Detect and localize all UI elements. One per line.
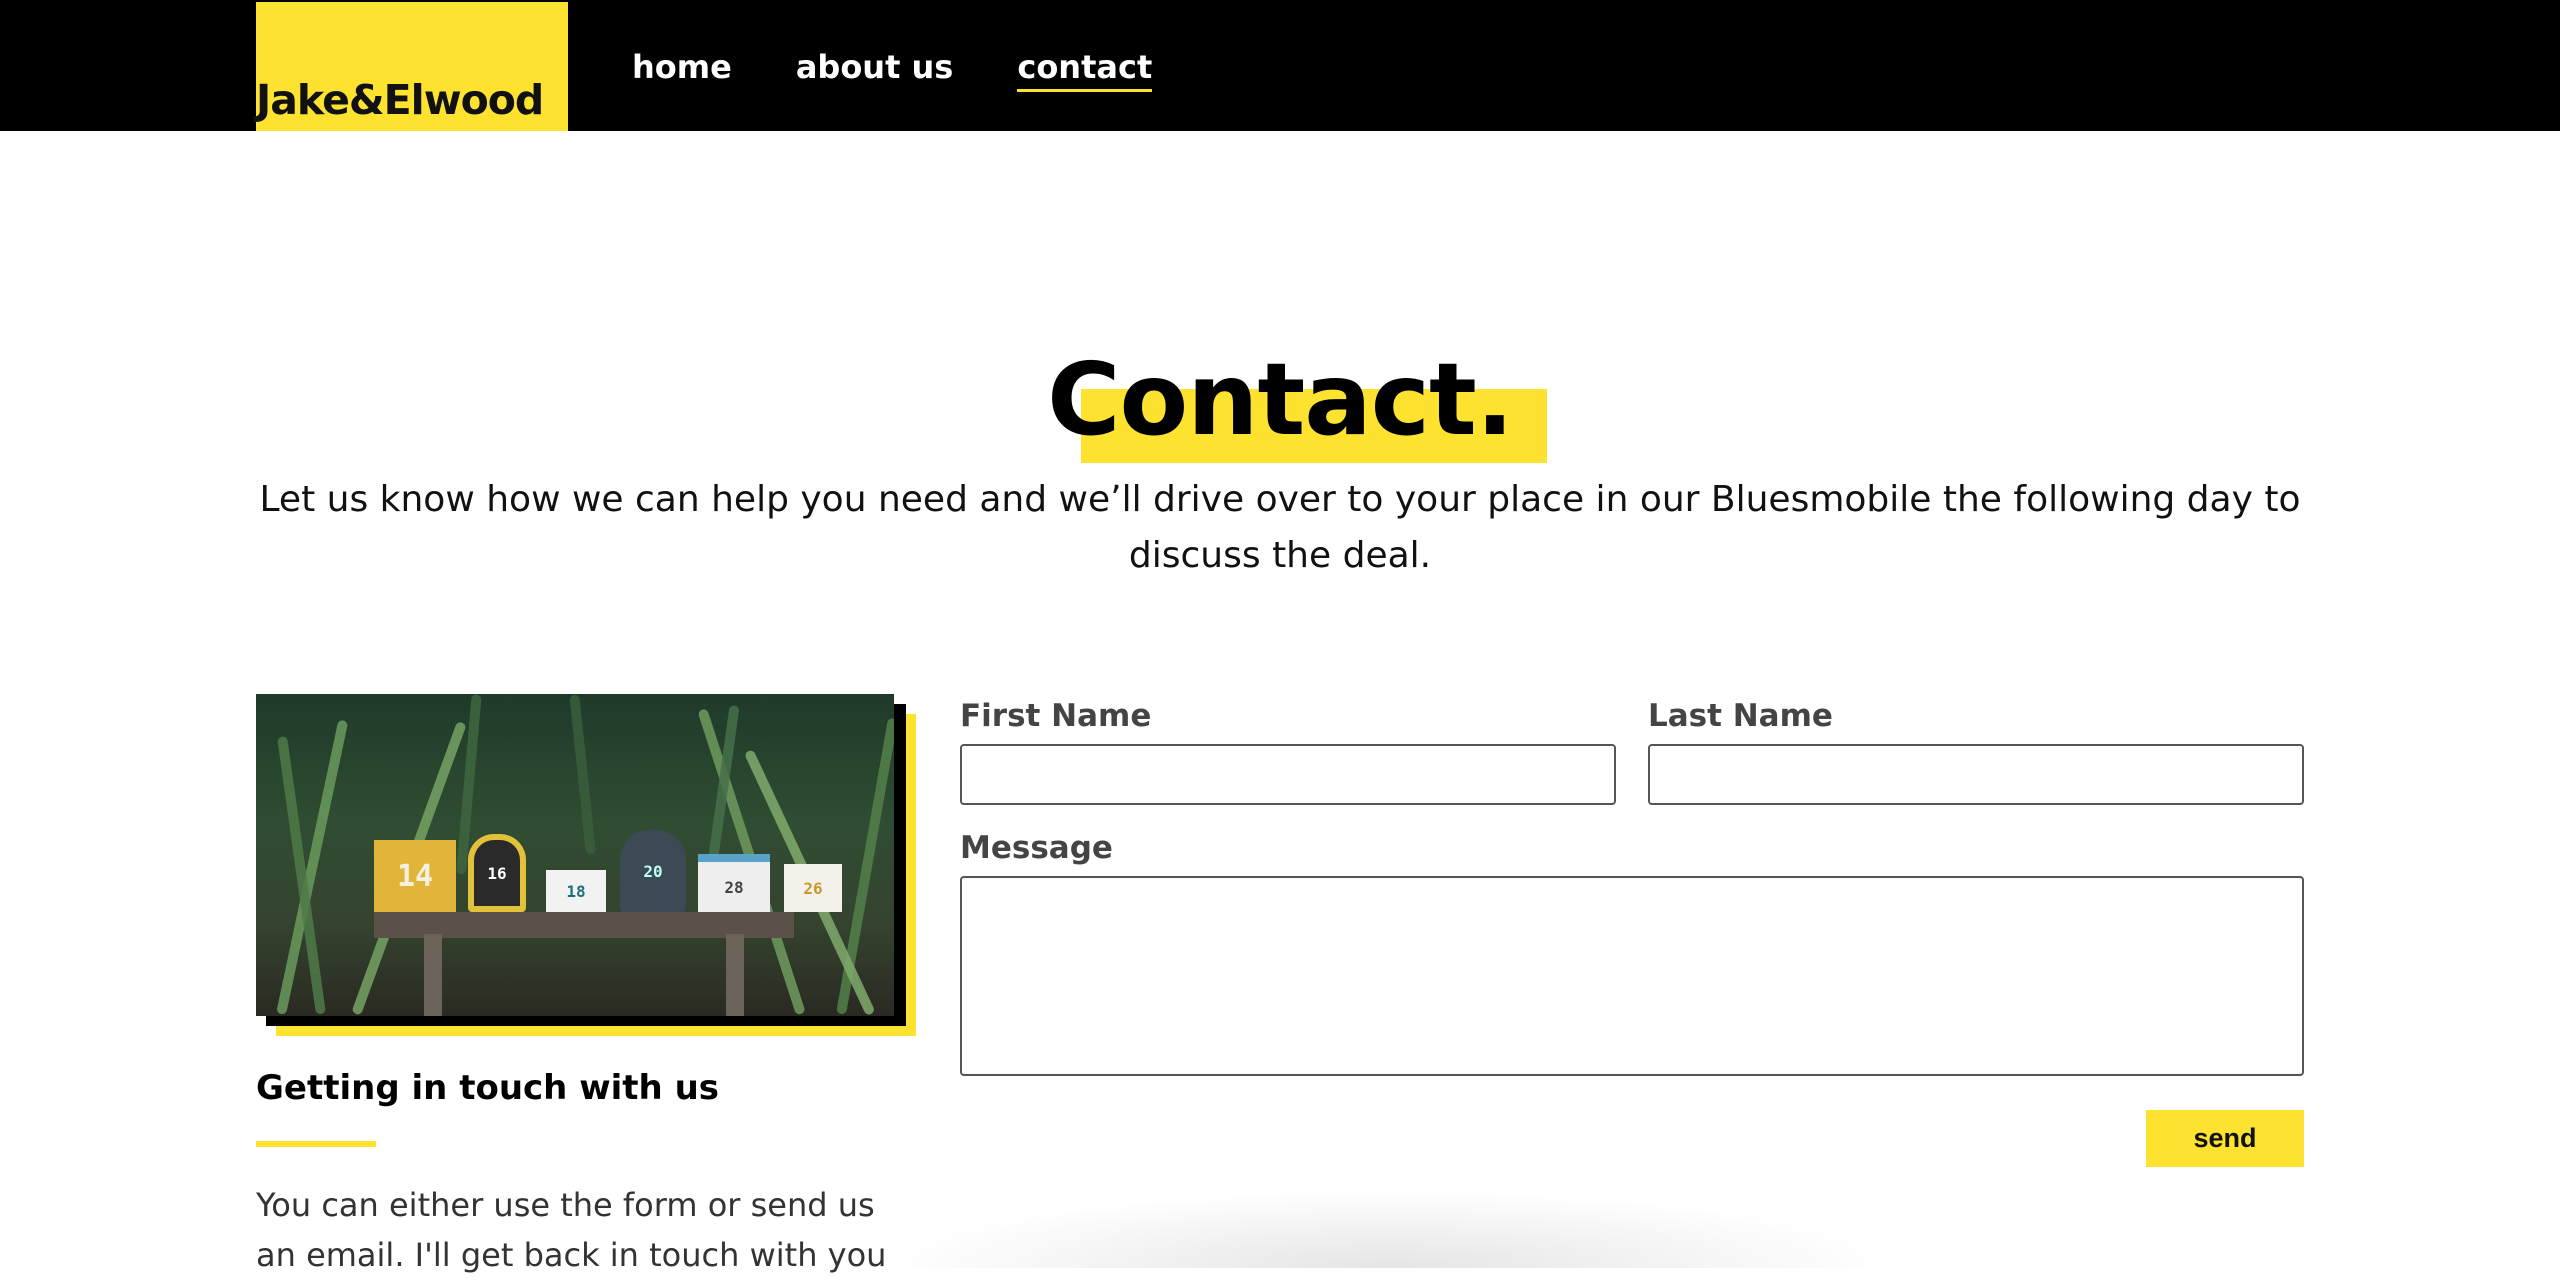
- mailbox-photo-frame: 14 16 18 20 28 26: [256, 694, 916, 1036]
- nav-item-about-us[interactable]: about us: [796, 46, 954, 88]
- shelf-post-left: [424, 934, 442, 1016]
- nav-item-contact[interactable]: contact: [1017, 46, 1152, 92]
- page-title: Contact.: [1047, 345, 1547, 463]
- mailbox-14: 14: [374, 840, 456, 912]
- page-subtitle: Let us know how we can help you need and…: [259, 479, 2301, 576]
- mailbox-18: 18: [546, 870, 606, 912]
- main-nav: home about us contact: [632, 46, 1152, 92]
- send-button[interactable]: send: [2146, 1110, 2304, 1167]
- last-name-input[interactable]: [1648, 744, 2304, 805]
- first-name-label: First Name: [960, 698, 1152, 734]
- contact-info-title: Getting in touch with us: [256, 1068, 720, 1108]
- mailbox-26: 26: [784, 864, 842, 912]
- mailbox-28: 28: [698, 854, 770, 912]
- top-nav-bar: Jake&Elwood home about us contact: [0, 0, 2560, 131]
- title-underline: [256, 1141, 376, 1147]
- shelf-post-right: [726, 934, 744, 1016]
- brand-logo-text: Jake&Elwood: [256, 76, 544, 124]
- brand-logo[interactable]: Jake&Elwood: [256, 2, 568, 131]
- nav-item-home[interactable]: home: [632, 46, 732, 88]
- mailbox-photo: 14 16 18 20 28 26: [256, 694, 894, 1016]
- page-title-text: Contact.: [1047, 341, 1514, 458]
- mailbox-16: 16: [468, 834, 526, 912]
- message-textarea[interactable]: [960, 876, 2304, 1076]
- hero-title-container: Contact.: [0, 345, 2560, 463]
- first-name-input[interactable]: [960, 744, 1616, 805]
- bottom-shadow: [880, 1190, 1900, 1268]
- mailbox-20: 20: [620, 830, 686, 912]
- last-name-label: Last Name: [1648, 698, 1833, 734]
- message-label: Message: [960, 830, 1113, 866]
- contact-info-text: You can either use the form or send us a…: [256, 1186, 887, 1274]
